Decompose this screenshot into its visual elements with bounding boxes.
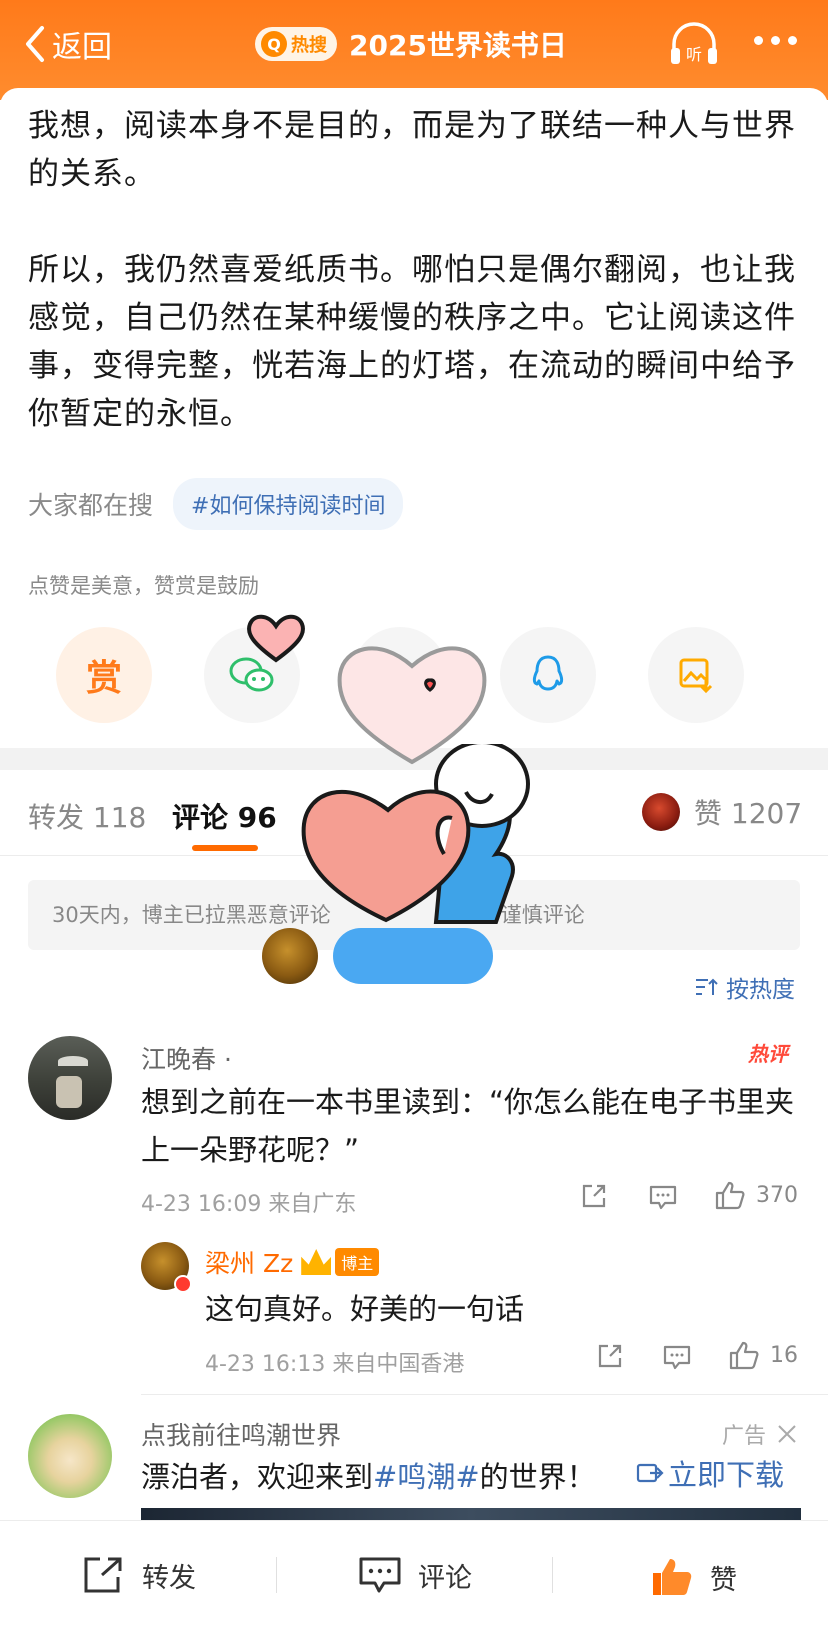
- share-icon: [582, 1184, 606, 1208]
- sort-label: 按热度: [726, 977, 795, 1003]
- trending-search-row: 大家都在搜 #如何保持阅读时间: [28, 478, 404, 530]
- avatar: [642, 793, 680, 831]
- repost-button[interactable]: 转发: [82, 1555, 196, 1595]
- hot-search-badge: Q 热搜: [255, 27, 337, 61]
- repost-label: 转发: [142, 1562, 196, 1594]
- sort-icon: [696, 978, 718, 995]
- comment-divider: [141, 1394, 828, 1395]
- download-link-icon: [636, 1463, 664, 1483]
- chevron-left-icon: [26, 26, 44, 62]
- like-label: 赞: [710, 1564, 737, 1596]
- qq-share-button[interactable]: [500, 627, 596, 723]
- ad-banner-image[interactable]: [141, 1508, 801, 1520]
- avatar[interactable]: [28, 1414, 112, 1498]
- more-menu-button[interactable]: [754, 36, 797, 45]
- comment-meta: 4-23 16:09 来自广东: [141, 1192, 357, 1217]
- hot-comment-badge: 热评: [748, 1042, 788, 1066]
- comment-icon: [359, 1557, 401, 1593]
- save-image-button[interactable]: [648, 627, 744, 723]
- hot-search-title[interactable]: Q 热搜 2025世界读书日: [255, 22, 567, 66]
- post-paragraph: 我想，阅读本身不是目的，而是为了联结一种人与世界的关系。: [28, 108, 796, 192]
- avatar[interactable]: [141, 1242, 192, 1293]
- ad-text-pre: 漂泊者，欢迎来到: [141, 1460, 374, 1494]
- comment-repost-button[interactable]: [580, 1182, 608, 1210]
- wechat-icon: [229, 657, 274, 692]
- tab-repost[interactable]: 转发 118: [28, 796, 146, 836]
- back-label: 返回: [52, 30, 112, 65]
- interaction-tabs: 转发 118 评论 96 赞 1207: [0, 770, 828, 856]
- page-title: 2025世界读书日: [349, 29, 567, 62]
- reply-author-name: 梁州 Zz: [205, 1249, 294, 1278]
- qq-penguin-icon: [532, 655, 564, 691]
- moments-icon: [384, 659, 416, 691]
- more-dot: [771, 36, 780, 45]
- reply-author[interactable]: 梁州 Zz 博主: [205, 1244, 380, 1280]
- ad-hashtag[interactable]: #鸣潮#: [373, 1460, 480, 1494]
- comment-label: 评论: [418, 1562, 472, 1594]
- ad-title[interactable]: 点我前往鸣潮世界: [141, 1416, 341, 1452]
- ad-download-button[interactable]: 立即下载: [636, 1452, 784, 1494]
- trending-search-tag[interactable]: #如何保持阅读时间: [173, 478, 404, 530]
- active-tab-indicator: [192, 845, 258, 851]
- reward-label: 赏: [85, 658, 122, 699]
- thumbs-up-icon: [715, 1181, 745, 1210]
- reply-text: 这句真好。好美的一句话: [205, 1292, 525, 1326]
- separator: [276, 1557, 277, 1593]
- separator: [552, 1557, 553, 1593]
- reply-repost-button[interactable]: [596, 1342, 624, 1370]
- listen-label: 听: [686, 45, 702, 64]
- notice-tail: 谨慎评论: [500, 903, 585, 927]
- comment-button[interactable]: 评论: [358, 1555, 472, 1595]
- verified-badge-icon: [174, 1275, 192, 1293]
- comment-like-button[interactable]: 370: [714, 1180, 798, 1210]
- comment-icon: [663, 1345, 691, 1370]
- comment-notice: 30天内，博主已拉黑恶意评论 谨慎评论: [28, 880, 800, 950]
- thumbs-up-icon: [729, 1341, 759, 1370]
- ad-text-post: 的世界！: [479, 1460, 596, 1494]
- thumbs-up-icon: [653, 1559, 692, 1595]
- close-icon[interactable]: [776, 1423, 798, 1445]
- tab-like-label: 赞 1207: [694, 797, 803, 830]
- comment-author[interactable]: 江晚春 ·: [141, 1040, 232, 1076]
- share-icon: [84, 1557, 122, 1593]
- ad-flag: 广告: [722, 1418, 798, 1450]
- reply-like-count: 16: [770, 1342, 798, 1368]
- comment-text: 想到之前在一本书里读到：“你怎么能在电子书里夹上一朵野花呢？”: [141, 1085, 795, 1167]
- ad-download-label: 立即下载: [668, 1458, 785, 1492]
- top-bar: 返回 Q 热搜 2025世界读书日 听: [0, 0, 828, 100]
- comment-like-count: 370: [756, 1182, 798, 1208]
- share-icon: [598, 1344, 622, 1368]
- section-divider: [0, 748, 828, 770]
- wechat-share-button[interactable]: [204, 627, 300, 723]
- comment-reply-button[interactable]: [648, 1184, 678, 1210]
- more-dot: [754, 36, 763, 45]
- like-button[interactable]: 赞: [650, 1555, 737, 1599]
- listen-headphone-icon[interactable]: 听: [668, 20, 720, 68]
- bottom-action-bar: 转发 评论 赞: [0, 1520, 828, 1628]
- share-action-row: 赏: [56, 627, 772, 723]
- ad-text: 漂泊者，欢迎来到#鸣潮#的世界！: [141, 1454, 596, 1496]
- hot-badge-label: 热搜: [291, 35, 327, 56]
- tab-like[interactable]: 赞 1207: [642, 792, 802, 832]
- tab-comment[interactable]: 评论 96: [172, 796, 277, 836]
- reply-comment-button[interactable]: [662, 1344, 692, 1370]
- reward-button[interactable]: 赏: [56, 627, 152, 723]
- moments-share-button[interactable]: [352, 627, 448, 723]
- ad-flag-label: 广告: [722, 1424, 767, 1449]
- post-paragraph: 所以，我仍然喜爱纸质书。哪怕只是偶尔翻阅，也让我感觉，自己仍然在某种缓慢的秩序之…: [28, 252, 796, 432]
- reply-meta: 4-23 16:13 来自中国香港: [205, 1352, 465, 1377]
- blogger-badge: 博主: [335, 1248, 380, 1276]
- save-image-icon: [679, 658, 713, 694]
- back-button[interactable]: 返回: [22, 20, 112, 68]
- trending-search-label: 大家都在搜: [28, 491, 154, 520]
- avatar[interactable]: [28, 1036, 112, 1120]
- crown-icon: [301, 1249, 332, 1275]
- sort-by-hot-button[interactable]: 按热度: [694, 970, 795, 1004]
- notice-text: 30天内，博主已拉黑恶意评论: [52, 903, 331, 927]
- comment-icon: [649, 1185, 677, 1210]
- reply-like-button[interactable]: 16: [728, 1340, 798, 1370]
- search-icon: Q: [261, 31, 287, 57]
- more-dot: [788, 36, 797, 45]
- encourage-text: 点赞是美意，赞赏是鼓励: [28, 574, 259, 598]
